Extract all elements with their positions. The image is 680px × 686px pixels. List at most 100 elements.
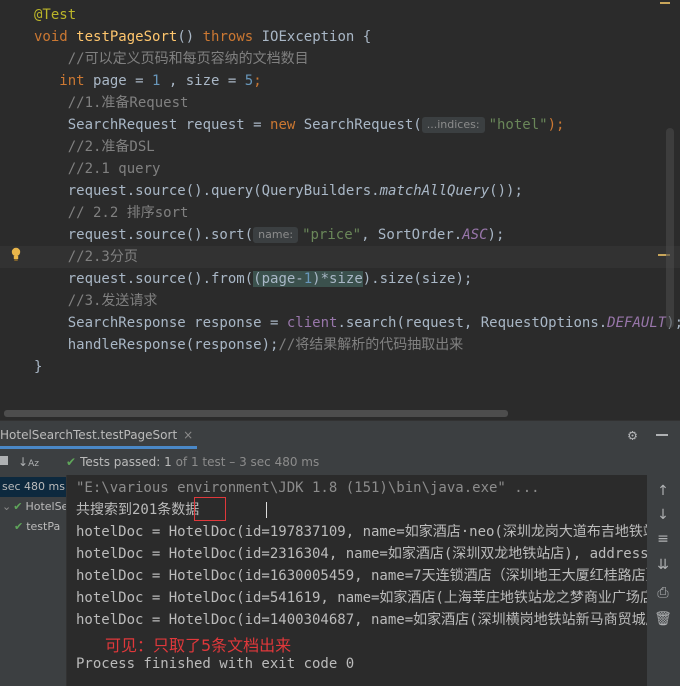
code-line[interactable]: //2.3分页 bbox=[0, 246, 680, 268]
code-token: SearchResponse response = bbox=[34, 315, 287, 331]
run-toolbar: ↓Az ✔ Tests passed: 1 of 1 test – 3 sec 4… bbox=[0, 449, 680, 475]
test-tree: sec 480 ms ⌄✔HotelSea ✔testPa bbox=[0, 475, 67, 686]
code-token: ).size(size); bbox=[362, 271, 473, 287]
code-token: new bbox=[270, 117, 304, 133]
code-token: ()); bbox=[489, 183, 523, 199]
code-token: request.source().from( bbox=[34, 271, 254, 287]
code-editor[interactable]: @Test void testPageSort() throws IOExcept… bbox=[0, 0, 680, 420]
code-token: //2.准备DSL bbox=[34, 139, 155, 155]
code-token: void bbox=[34, 29, 77, 45]
code-token: SearchRequest request = bbox=[34, 117, 271, 133]
code-token: throws bbox=[202, 29, 262, 45]
code-line[interactable]: handleResponse(response);//将结果解析的代码抽取出来 bbox=[0, 334, 680, 356]
tree-row-method[interactable]: ✔ testPa bbox=[14, 517, 60, 537]
code-token: ); bbox=[487, 227, 505, 243]
close-icon[interactable]: × bbox=[183, 428, 193, 442]
code-line[interactable]: SearchRequest request = new SearchReques… bbox=[0, 114, 680, 136]
check-icon: ✔ bbox=[13, 500, 23, 513]
gear-icon[interactable]: ⚙ bbox=[628, 428, 642, 443]
console-line: hotelDoc = HotelDoc(id=1630005459, name=… bbox=[76, 568, 647, 584]
annotation-text: 可见：只取了5条文档出来 bbox=[105, 636, 292, 655]
code-line[interactable]: int page = 1 , size = 5; bbox=[0, 70, 680, 92]
wrap-icon[interactable]: ≡ bbox=[653, 529, 673, 549]
tab-label: HotelSearchTest.testPageSort bbox=[0, 428, 178, 442]
code-token: "hotel" bbox=[488, 117, 548, 133]
code-token: //将结果解析的代码抽取出来 bbox=[278, 337, 464, 353]
code-token: ); bbox=[547, 117, 565, 133]
code-token: @Test bbox=[34, 7, 77, 23]
code-token: ASC bbox=[462, 227, 488, 243]
tests-status: ✔ Tests passed: 1 of 1 test – 3 sec 480 m… bbox=[66, 455, 320, 469]
code-token: //3.发送请求 bbox=[34, 293, 158, 309]
trash-icon[interactable]: 🗑 bbox=[653, 609, 673, 629]
horizontal-scrollbar[interactable] bbox=[4, 410, 508, 417]
console-line: hotelDoc = HotelDoc(id=541619, name=如家酒店… bbox=[76, 590, 647, 606]
code-line[interactable]: //2.准备DSL bbox=[0, 136, 680, 158]
code-line[interactable]: request.source().from((page-1)*size).siz… bbox=[0, 268, 680, 290]
code-token: )*size bbox=[312, 271, 363, 287]
console-tools: ↑ ↓ ≡ ⇊ ⎙ 🗑 bbox=[647, 475, 680, 686]
sort-alpha-icon[interactable]: ↓Az bbox=[18, 453, 39, 471]
tree-row-duration[interactable]: sec 480 ms bbox=[0, 477, 66, 497]
code-line[interactable]: //1.准备Request bbox=[0, 92, 680, 114]
stop-icon[interactable] bbox=[0, 453, 12, 471]
console-line: 共搜索到201条数据 bbox=[76, 502, 200, 518]
code-token: DEFAULT bbox=[607, 315, 667, 331]
lightbulb-icon[interactable] bbox=[10, 246, 22, 261]
console-output[interactable]: "E:\various environment\JDK 1.8 (151)\bi… bbox=[67, 475, 647, 686]
code-token: request.source().sort( bbox=[34, 227, 254, 243]
code-token: 1 bbox=[303, 271, 313, 287]
code-line[interactable]: SearchResponse response = client.search(… bbox=[0, 312, 680, 334]
code-token: //2.1 query bbox=[34, 161, 161, 177]
vertical-scrollbar[interactable] bbox=[666, 128, 674, 328]
code-token: .search(request, RequestOptions. bbox=[337, 315, 608, 331]
highlight-box bbox=[194, 497, 226, 521]
code-token: ; bbox=[253, 73, 262, 89]
parameter-hint: ...indices: bbox=[421, 117, 485, 133]
code-token: } bbox=[34, 359, 43, 375]
minimize-icon[interactable] bbox=[656, 434, 668, 436]
code-line[interactable]: //2.1 query bbox=[0, 158, 680, 180]
tree-row-class[interactable]: ⌄✔HotelSea bbox=[2, 497, 66, 517]
print-icon[interactable]: ⎙ bbox=[653, 583, 673, 603]
arrow-up-icon[interactable]: ↑ bbox=[653, 481, 673, 501]
code-token: //可以定义页码和每页容纳的文档数目 bbox=[34, 51, 309, 67]
code-token: 5 bbox=[244, 73, 254, 89]
code-line[interactable]: request.source().sort(name: "price", Sort… bbox=[0, 224, 680, 246]
code-token: // 2.2 排序sort bbox=[34, 205, 189, 221]
scroll-end-icon[interactable]: ⇊ bbox=[653, 555, 673, 575]
console-line: hotelDoc = HotelDoc(id=197837109, name=如… bbox=[76, 524, 647, 540]
code-line[interactable]: // 2.2 排序sort bbox=[0, 202, 680, 224]
check-icon: ✔ bbox=[14, 520, 24, 533]
code-token: //1.准备Request bbox=[34, 95, 189, 111]
code-line[interactable]: void testPageSort() throws IOException { bbox=[0, 26, 680, 48]
console-line: hotelDoc = HotelDoc(id=2316304, name=如家酒… bbox=[76, 546, 647, 562]
code-line[interactable]: //3.发送请求 bbox=[0, 290, 680, 312]
code-token: int bbox=[59, 73, 94, 89]
code-token: handleResponse(response); bbox=[34, 337, 279, 353]
code-token: IOException { bbox=[261, 29, 372, 45]
code-line[interactable]: } bbox=[0, 356, 680, 378]
console-line: hotelDoc = HotelDoc(id=1400304687, name=… bbox=[76, 612, 647, 628]
run-tab-bar: HotelSearchTest.testPageSort × ⚙ bbox=[0, 420, 680, 449]
text-caret bbox=[266, 502, 267, 518]
warning-stripe-marker[interactable] bbox=[660, 2, 670, 4]
code-token: "price" bbox=[302, 227, 362, 243]
code-token: (page- bbox=[253, 271, 304, 287]
code-token: , size = bbox=[160, 73, 245, 89]
code-line[interactable]: @Test bbox=[0, 4, 680, 26]
code-token: SearchRequest( bbox=[303, 117, 422, 133]
parameter-hint: name: bbox=[253, 227, 299, 243]
arrow-down-icon[interactable]: ↓ bbox=[653, 505, 673, 525]
code-token: , SortOrder. bbox=[361, 227, 463, 243]
code-token: testPageSort bbox=[76, 29, 178, 45]
code-token: //2.3分页 bbox=[34, 249, 138, 265]
code-token: matchAllQuery bbox=[379, 183, 490, 199]
console-line: "E:\various environment\JDK 1.8 (151)\bi… bbox=[76, 480, 540, 496]
tab-run-config[interactable]: HotelSearchTest.testPageSort × bbox=[0, 421, 198, 449]
check-icon: ✔ bbox=[66, 455, 77, 469]
code-line[interactable]: request.source().query(QueryBuilders.mat… bbox=[0, 180, 680, 202]
chevron-down-icon[interactable]: ⌄ bbox=[2, 500, 11, 513]
code-line[interactable]: //可以定义页码和每页容纳的文档数目 bbox=[0, 48, 680, 70]
